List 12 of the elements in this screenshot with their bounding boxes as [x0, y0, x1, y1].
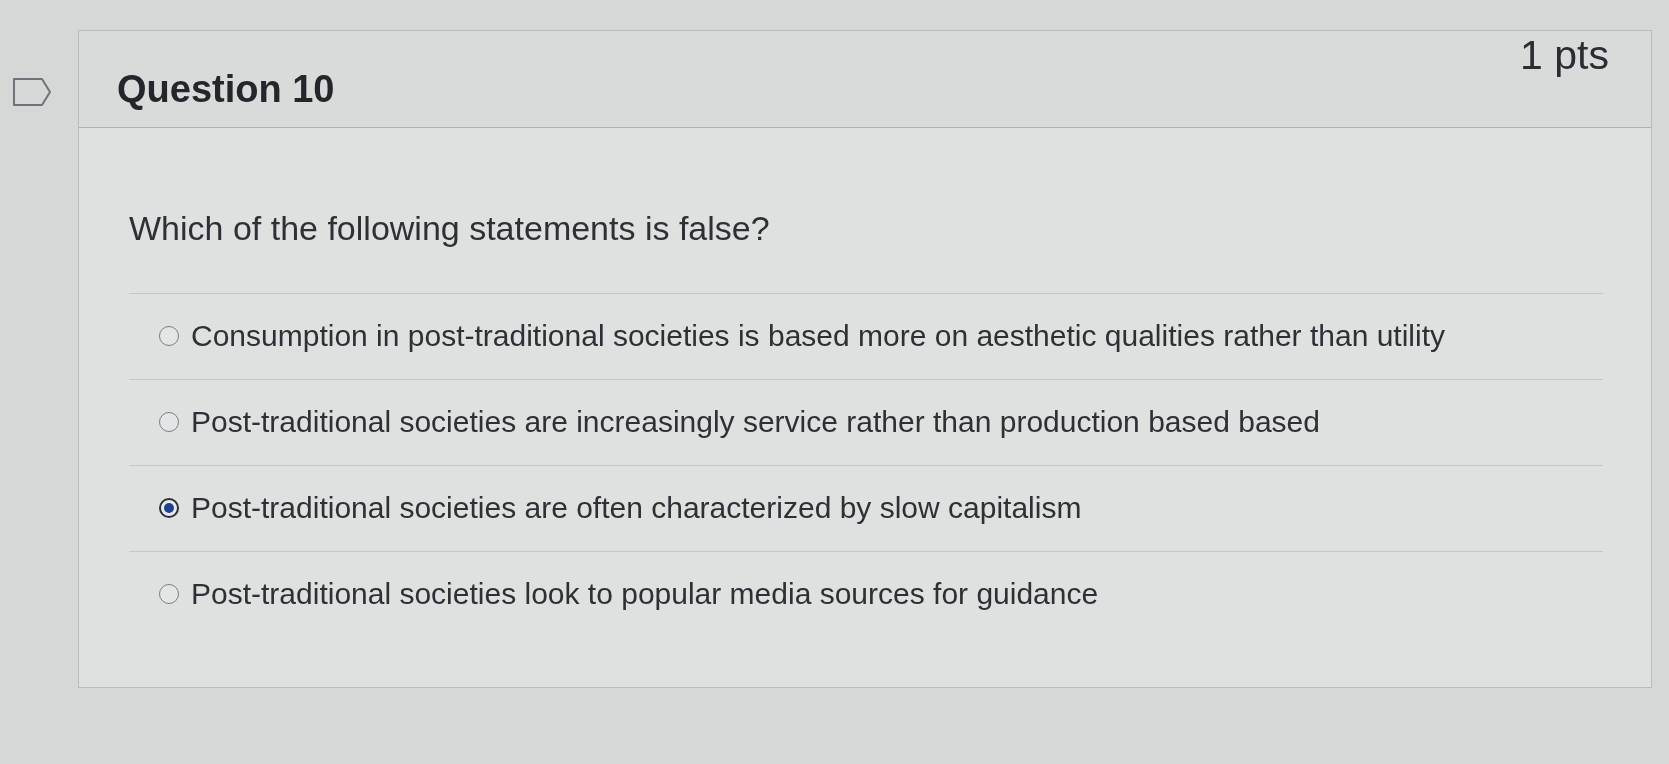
question-prompt: Which of the following statements is false? [129, 208, 771, 249]
question-title: Question 10 [117, 69, 335, 111]
radio-button[interactable] [159, 412, 179, 433]
answer-label[interactable]: Consumption in post-traditional societies is based more on aesthetic qualities rather than utility [191, 319, 1445, 354]
answer-label[interactable]: Post-traditional societies look to popular media sources for guidance [191, 577, 1099, 612]
radio-button-selected[interactable] [159, 498, 179, 519]
flag-icon[interactable] [12, 77, 52, 107]
points-label: 1 pts [1520, 33, 1609, 79]
answer-label[interactable]: Post-traditional societies are increasingly service rather than production based based [191, 405, 1320, 440]
radio-button[interactable] [159, 584, 179, 605]
radio-button[interactable] [159, 326, 179, 347]
answer-label[interactable]: Post-traditional societies are often characterized by slow capitalism [191, 491, 1082, 526]
